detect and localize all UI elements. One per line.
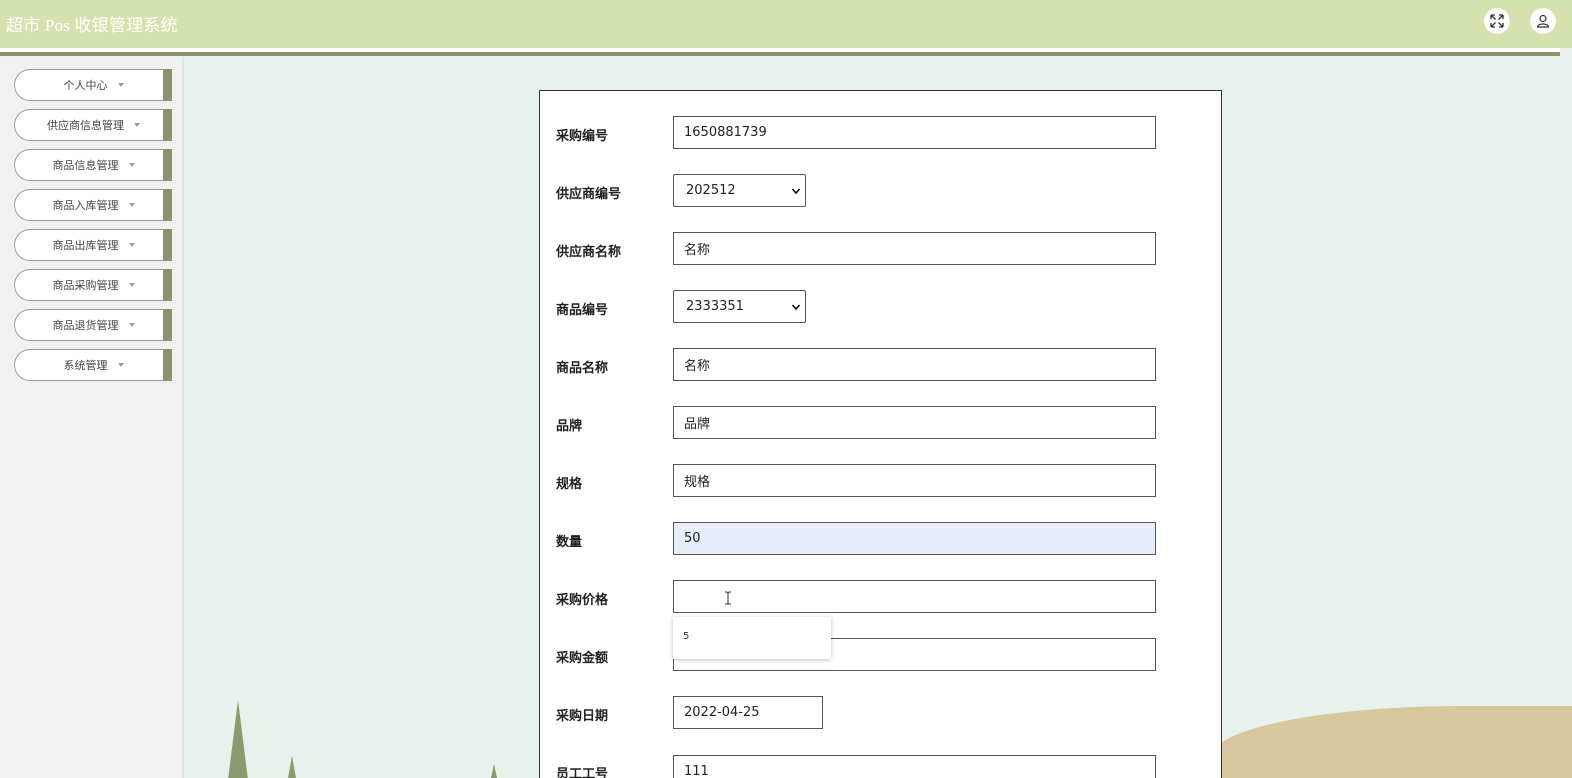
brand-input[interactable]: 品牌 (673, 406, 1156, 439)
header-divider-accent (0, 52, 1560, 56)
fullscreen-button[interactable] (1484, 8, 1510, 34)
caret-down-icon (128, 323, 135, 327)
field-label: 员工工号 (556, 767, 609, 778)
field-label: 供应商编号 (556, 187, 622, 202)
purchase-date-input[interactable]: 2022-04-25 (673, 696, 823, 729)
caret-down-icon (134, 123, 140, 127)
sidebar-item-product[interactable]: 商品信息管理 (14, 149, 172, 181)
employee-id-input[interactable]: 111 (673, 755, 1156, 778)
caret-down-icon (128, 163, 135, 167)
select-value: 202512 (686, 183, 736, 198)
field-label: 采购编号 (556, 129, 609, 144)
sidebar-item-accent (163, 189, 172, 221)
caret-down-icon (117, 363, 124, 367)
supplier-name-input[interactable]: 名称 (673, 232, 1156, 265)
sidebar-item-system[interactable]: 系统管理 (14, 349, 172, 381)
sidebar-item-stock-out[interactable]: 商品出库管理 (14, 229, 172, 261)
purchase-number-input[interactable]: 1650881739 (673, 116, 1156, 149)
sidebar-item-accent (163, 149, 172, 181)
sidebar-item-label: 供应商信息管理 (47, 119, 124, 132)
tree-decoration (491, 764, 497, 778)
tree-decoration (288, 756, 296, 778)
app-header: 超市 Pos 收银管理系统 (0, 0, 1572, 48)
sidebar-item-accent (163, 229, 172, 261)
sidebar-item-accent (163, 269, 172, 301)
sidebar-item-accent (163, 109, 172, 141)
sidebar-item-accent (163, 69, 172, 101)
hill-decoration (1212, 706, 1572, 778)
sidebar-item-label: 商品出库管理 (52, 239, 119, 252)
autocomplete-option[interactable]: 5 (673, 617, 831, 659)
sidebar: 个人中心 供应商信息管理 商品信息管理 商品入库管理 商品出库管理 商品采购管理… (0, 57, 184, 778)
app-title: 超市 Pos 收银管理系统 (6, 16, 178, 35)
sidebar-item-label: 商品信息管理 (52, 159, 119, 172)
user-icon (1536, 14, 1550, 28)
caret-down-icon (128, 283, 135, 287)
sidebar-item-label: 商品退货管理 (52, 319, 119, 332)
caret-down-icon (128, 203, 135, 207)
supplier-number-select[interactable]: 202512 (673, 174, 806, 207)
spec-input[interactable]: 规格 (673, 464, 1156, 497)
sidebar-item-purchase[interactable]: 商品采购管理 (14, 269, 172, 301)
field-label: 品牌 (556, 419, 583, 434)
user-button[interactable] (1530, 8, 1556, 34)
field-label: 规格 (556, 477, 583, 492)
field-label: 采购金额 (556, 651, 609, 666)
field-label: 商品编号 (556, 303, 609, 318)
purchase-price-input[interactable] (673, 580, 1156, 613)
sidebar-item-personal-center[interactable]: 个人中心 (14, 69, 172, 101)
purchase-form: 采购编号 1650881739 供应商编号 202512 供应商名称 名称 商品… (539, 90, 1222, 778)
field-label: 商品名称 (556, 361, 609, 376)
sidebar-item-accent (163, 309, 172, 341)
caret-down-icon (128, 243, 135, 247)
field-label: 采购价格 (556, 593, 609, 608)
product-number-select[interactable]: 2333351 (673, 290, 806, 323)
sidebar-item-label: 商品采购管理 (52, 279, 119, 292)
sidebar-item-supplier[interactable]: 供应商信息管理 (14, 109, 172, 141)
field-label: 采购日期 (556, 709, 609, 724)
chevron-down-icon (791, 187, 801, 194)
sidebar-item-label: 商品入库管理 (52, 199, 119, 212)
sidebar-item-label: 系统管理 (63, 359, 108, 372)
field-label: 数量 (556, 535, 583, 550)
product-name-input[interactable]: 名称 (673, 348, 1156, 381)
sidebar-item-stock-in[interactable]: 商品入库管理 (14, 189, 172, 221)
expand-icon (1490, 14, 1504, 28)
select-value: 2333351 (686, 299, 744, 314)
sidebar-item-accent (163, 349, 172, 381)
text-cursor-icon (725, 591, 731, 605)
tree-decoration (228, 700, 248, 778)
quantity-input[interactable]: 50 (673, 522, 1156, 555)
caret-down-icon (117, 83, 124, 87)
chevron-down-icon (791, 303, 801, 310)
field-label: 供应商名称 (556, 245, 622, 260)
sidebar-item-label: 个人中心 (63, 79, 108, 92)
sidebar-item-returns[interactable]: 商品退货管理 (14, 309, 172, 341)
